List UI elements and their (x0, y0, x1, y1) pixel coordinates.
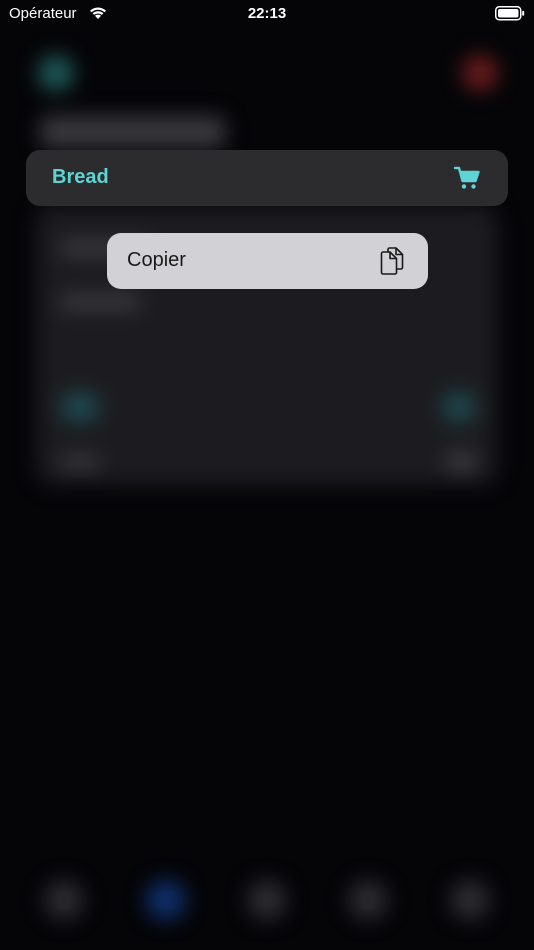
copy-icon (380, 247, 404, 275)
item-label: Bread (52, 166, 109, 188)
battery-icon (495, 6, 525, 25)
cart-icon (453, 166, 480, 190)
copy-menu-item[interactable]: Copier (107, 233, 428, 289)
clock: 22:13 (247, 5, 287, 22)
blurred-tab-bar (0, 850, 534, 950)
screen: Opérateur 22:13 Bread Copier (0, 0, 534, 950)
status-bar: Opérateur 22:13 (0, 0, 534, 30)
blurred-background (0, 0, 534, 950)
context-menu: Copier (107, 233, 428, 289)
selected-list-item[interactable]: Bread (26, 150, 508, 206)
copy-menu-label: Copier (127, 249, 186, 271)
